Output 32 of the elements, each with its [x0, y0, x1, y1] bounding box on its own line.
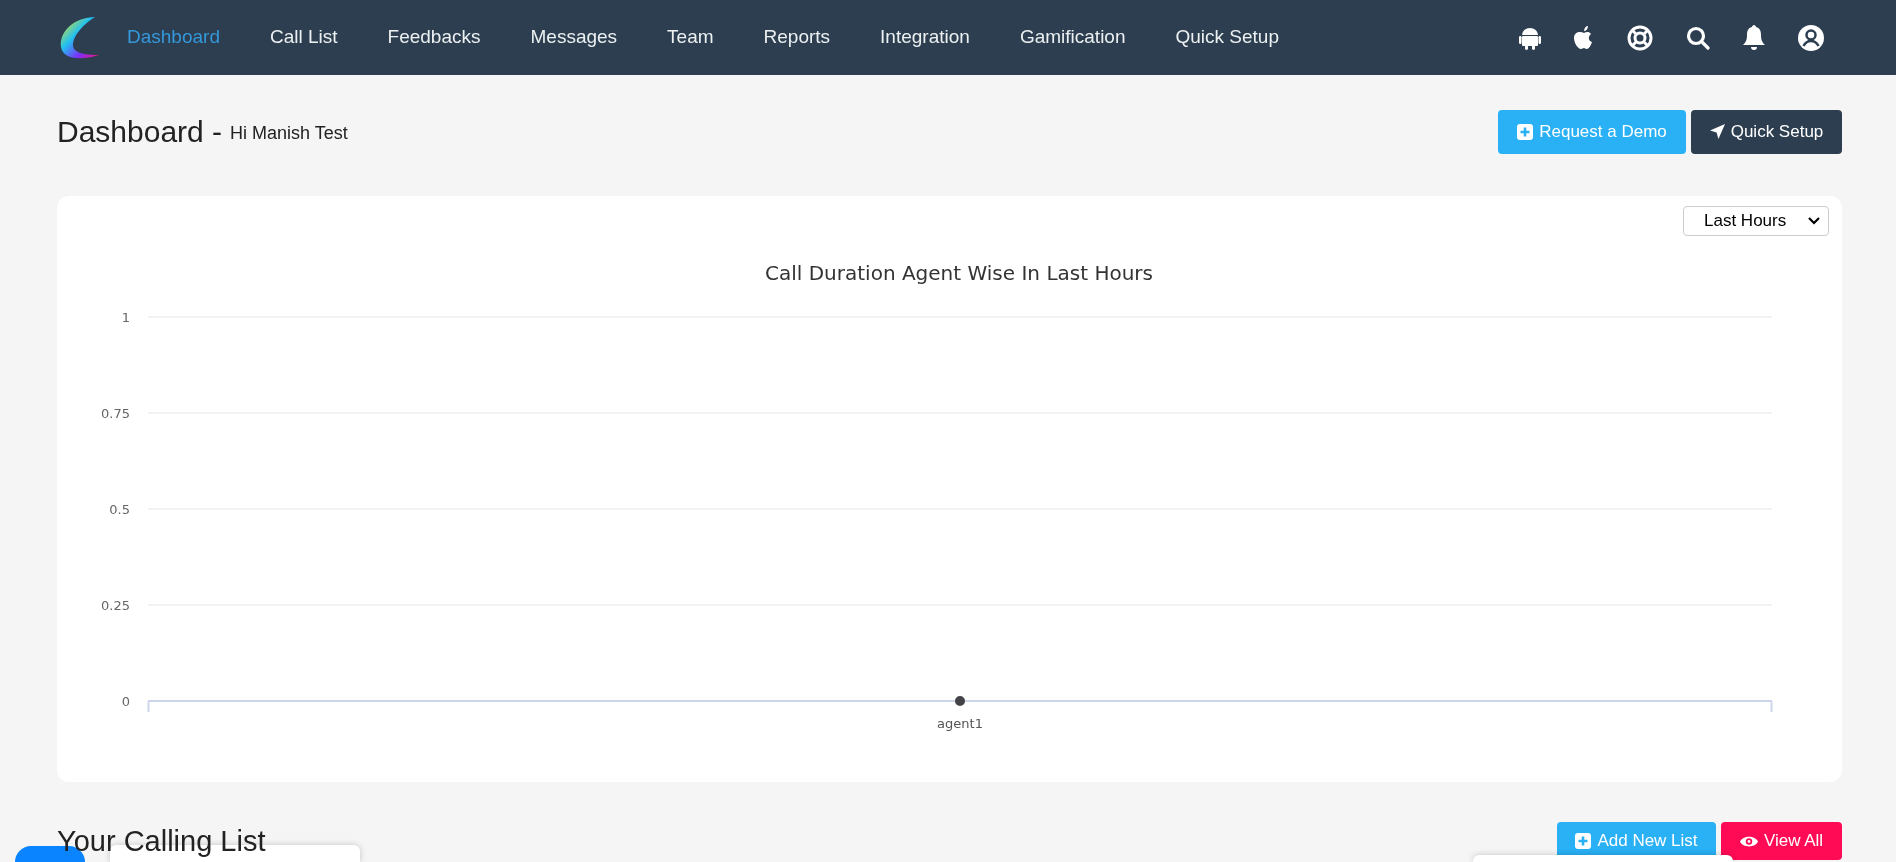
chart-title: Call Duration Agent Wise In Last Hours: [765, 261, 1153, 285]
apple-icon[interactable]: [1574, 25, 1594, 50]
axis-tick-label: 0.5: [109, 502, 130, 517]
axis-tick-label: 1: [121, 310, 130, 325]
nav-link[interactable]: Call List: [269, 23, 338, 52]
bell-icon[interactable]: [1743, 24, 1765, 51]
nav-link[interactable]: Reports: [763, 23, 831, 52]
quick-setup-button[interactable]: Quick Setup: [1691, 109, 1842, 154]
nav-link[interactable]: Gamification: [1019, 23, 1126, 52]
location-arrow-icon: [1709, 124, 1725, 139]
plus-square-icon: [1517, 123, 1534, 140]
axis-tick-label: 0.75: [101, 406, 130, 421]
nav-link[interactable]: Integration: [880, 23, 970, 52]
axis-category-label: agent1: [937, 716, 983, 731]
section-title: Your Calling List: [57, 824, 266, 858]
lifebuoy-icon[interactable]: [1627, 24, 1653, 51]
nav-link[interactable]: Team: [667, 23, 714, 52]
nav-link[interactable]: Quick Setup: [1175, 23, 1279, 52]
view-all-button[interactable]: View All: [1721, 822, 1842, 860]
nav-link[interactable]: Feedbacks: [387, 23, 481, 52]
greeting-text: Hi Manish Test: [230, 122, 348, 145]
axis-tick-label: 0: [121, 694, 130, 709]
android-icon[interactable]: [1519, 25, 1541, 50]
range-dropdown[interactable]: Last Hours: [1683, 206, 1829, 236]
search-icon[interactable]: [1686, 25, 1710, 50]
user-icon[interactable]: [1798, 24, 1824, 51]
chevron-down-icon: [1808, 217, 1820, 225]
plus-square-icon: [1575, 833, 1592, 849]
nav-link[interactable]: Messages: [530, 23, 618, 52]
page-title: Dashboard -: [57, 114, 223, 150]
eye-icon: [1739, 834, 1758, 848]
axis-tick-label: 0.25: [101, 598, 130, 613]
